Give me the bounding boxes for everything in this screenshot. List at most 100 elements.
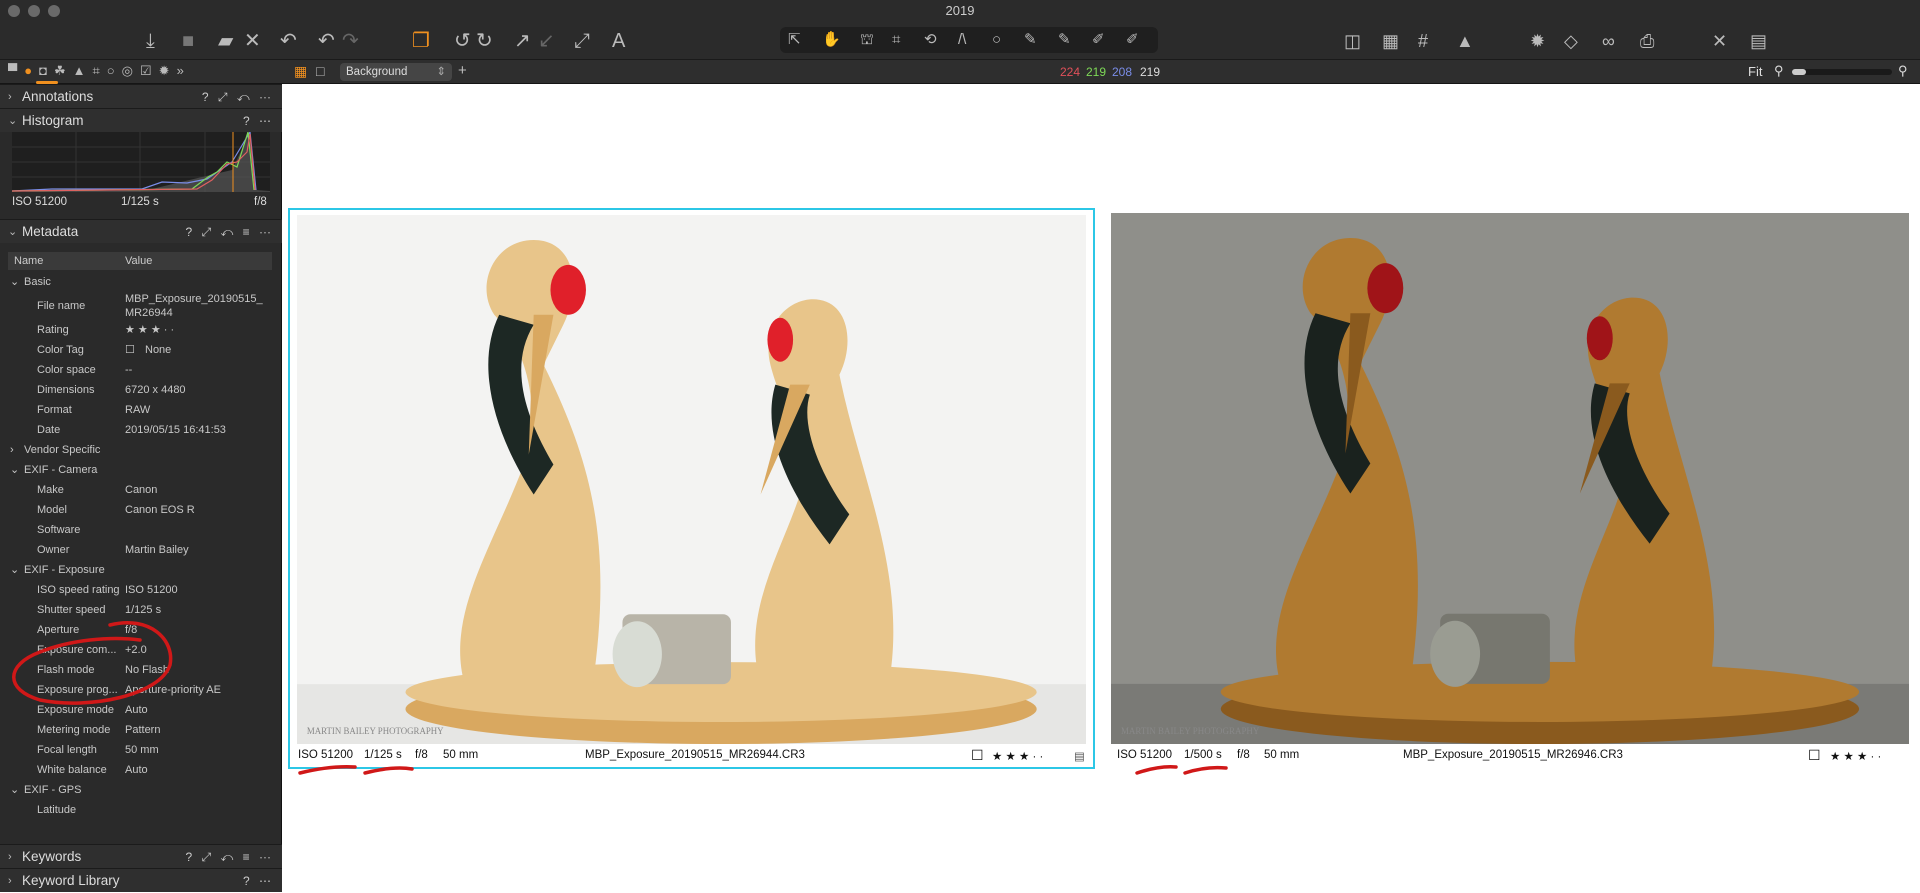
metadata-group[interactable]: ⌄ EXIF - Exposure — [0, 560, 282, 580]
zoom-window-button[interactable] — [48, 5, 60, 17]
proof-icon[interactable]: ◫ — [1344, 29, 1361, 53]
column-value[interactable]: Value — [125, 252, 152, 270]
grid-view-icon[interactable]: ▦ — [294, 63, 307, 80]
panel-tools-icons[interactable]: ? ⤢ ↶ ⋯ — [202, 85, 274, 109]
add-layer-icon[interactable]: + — [458, 62, 467, 79]
metadata-value: Martin Bailey — [125, 544, 189, 556]
minimize-window-button[interactable] — [28, 5, 40, 17]
keystone-icon[interactable]: /\ — [958, 28, 966, 52]
batch-tab-icon[interactable]: ✹ — [159, 63, 177, 78]
delete-icon[interactable]: ✕ — [244, 29, 261, 53]
brush-icon[interactable]: ✎ — [1024, 28, 1037, 52]
spot-icon[interactable]: ○ — [992, 28, 1001, 52]
pen-icon[interactable]: ✎ — [1058, 28, 1071, 52]
crop-icon[interactable]: ⌗ — [892, 28, 900, 52]
metadata-name: Exposure prog... — [37, 684, 118, 696]
grid-icon[interactable]: # — [1418, 29, 1428, 53]
metadata-group[interactable]: ⌄ EXIF - GPS — [0, 780, 282, 800]
metadata-group[interactable]: ⌄ EXIF - Camera — [0, 460, 282, 480]
title-bar: 2019 — [0, 0, 1920, 22]
tools-icon[interactable]: ✕ — [1712, 29, 1727, 53]
exposure-warning-icon[interactable]: ▦ — [1382, 29, 1399, 53]
redo-icon[interactable]: ↷ — [342, 29, 359, 53]
metadata-name: White balance — [37, 764, 107, 776]
caption-rating[interactable]: ★ ★ ★ · · — [992, 749, 1043, 763]
metadata-row: Exposure com... +2.0 — [0, 640, 282, 660]
text-icon[interactable]: A — [612, 29, 625, 53]
zoom-in-icon[interactable]: ⚲ — [1898, 63, 1908, 79]
rotate-left-icon[interactable]: ↺ — [454, 29, 471, 53]
metadata-group[interactable]: › Vendor Specific — [0, 440, 282, 460]
metadata-panel-header[interactable]: ⌄ Metadata ? ⤢ ↶ ≡ ⋯ — [0, 219, 282, 243]
image-thumbnail-2[interactable]: MARTIN BAILEY PHOTOGRAPHY — [1111, 213, 1909, 744]
library-tab-icon[interactable]: ▀ — [8, 63, 24, 78]
variants-icon[interactable]: ❐ — [412, 29, 430, 53]
column-name[interactable]: Name — [14, 252, 43, 270]
select-icon[interactable]: ⇱ — [788, 28, 801, 52]
loupe-icon[interactable]: ⛫ — [860, 28, 874, 52]
info-tab-icon[interactable]: ● — [24, 63, 39, 78]
lens-tab-icon[interactable]: ⌗ — [92, 63, 106, 78]
color-tab-icon[interactable]: ☘ — [54, 63, 73, 78]
rotate-icon[interactable]: ⟲ — [924, 28, 937, 52]
metadata-name: Model — [37, 504, 67, 516]
output-tab-icon[interactable]: ☑ — [140, 63, 159, 78]
glasses-icon[interactable]: ∞ — [1602, 29, 1615, 53]
expand-icon[interactable]: ⤢ — [574, 29, 590, 53]
caption-focal: 50 mm — [443, 749, 479, 761]
print-icon[interactable]: ⎙ — [1640, 29, 1654, 53]
metadata-name: Metering mode — [37, 724, 111, 736]
rotate-right-icon[interactable]: ↻ — [476, 29, 493, 53]
details-tab-icon[interactable]: ○ — [107, 63, 122, 78]
tool-tabs[interactable]: ▀●◘☘▲⌗○◎☑✹» — [8, 63, 191, 79]
capture-tab-icon[interactable]: ◘ — [39, 63, 54, 78]
keywords-panel-header[interactable]: › Keywords ? ⤢ ↶ ≡ ⋯ — [0, 844, 282, 868]
export-icon[interactable]: ▰ — [218, 29, 233, 53]
layout-icon[interactable]: ▤ — [1750, 29, 1767, 53]
metadata-value: Aperture-priority AE — [125, 684, 221, 696]
undo-adjustment-icon[interactable]: ↶ — [280, 29, 297, 53]
metadata-value: f/8 — [125, 624, 138, 636]
zoom-slider-thumb[interactable] — [1792, 69, 1806, 75]
color-tag-checkbox[interactable]: ☐ — [1808, 747, 1821, 764]
compare-icon[interactable]: ◇ — [1564, 29, 1578, 53]
annotate-icon[interactable]: ✐ — [1126, 28, 1139, 52]
panel-tools-icons[interactable]: ? ⤢ ↶ ≡ ⋯ — [186, 220, 274, 244]
copy-adjustments-icon[interactable]: ↗ — [514, 29, 531, 53]
panel-title: Metadata — [22, 224, 79, 239]
warning-icon[interactable]: ▲ — [1456, 29, 1474, 53]
metadata-group[interactable]: ⌄ Basic — [0, 272, 282, 292]
metadata-row: Rating ★ ★ ★ · · — [0, 320, 282, 340]
exposure-tab-icon[interactable]: ▲ — [73, 63, 93, 78]
annotations-panel-header[interactable]: › Annotations ? ⤢ ↶ ⋯ — [0, 84, 282, 108]
zoom-out-icon[interactable]: ⚲ — [1774, 63, 1784, 79]
metadata-name: File name — [37, 300, 86, 312]
color-tag-checkbox[interactable]: ☐ — [971, 747, 984, 764]
panel-tools-icons[interactable]: ? ⤢ ↶ ≡ ⋯ — [186, 845, 274, 869]
caption-rating[interactable]: ★ ★ ★ · · — [1830, 749, 1881, 763]
metadata-name: Aperture — [37, 624, 80, 636]
local-tab-icon[interactable]: ◎ — [122, 63, 140, 78]
layer-select[interactable]: Background ⇕ — [340, 63, 452, 81]
image-thumbnail-1[interactable]: MARTIN BAILEY PHOTOGRAPHY — [297, 215, 1086, 744]
panel-tools-icons[interactable]: ? ⋯ — [243, 869, 274, 893]
more-tabs-icon[interactable]: » — [177, 63, 191, 78]
panel-tools-icons[interactable]: ? ⋯ — [243, 109, 274, 133]
zoom-fit-label[interactable]: Fit — [1748, 64, 1762, 79]
eraser-icon[interactable]: ✐ — [1092, 28, 1105, 52]
keyword-library-panel-header[interactable]: › Keyword Library ? ⋯ — [0, 868, 282, 892]
group-label: Basic — [24, 276, 51, 288]
crane-crest-right — [1586, 316, 1613, 361]
single-view-icon[interactable]: □ — [316, 63, 324, 79]
histogram-panel-header[interactable]: ⌄ Histogram ? ⋯ — [0, 108, 282, 132]
capture-icon[interactable]: ■ — [182, 29, 194, 53]
import-icon[interactable]: ⤓ — [146, 29, 155, 53]
undo-icon[interactable]: ↶ — [318, 29, 335, 53]
close-window-button[interactable] — [8, 5, 20, 17]
pan-icon[interactable]: ✋ — [822, 28, 841, 52]
apply-adjustments-icon[interactable]: ↙ — [538, 29, 555, 53]
metadata-value: 2019/05/15 16:41:53 — [125, 424, 226, 436]
color-tag-checkbox[interactable]: ☐ — [125, 340, 135, 360]
settings-icon[interactable]: ✹ — [1530, 29, 1545, 53]
zoom-slider[interactable] — [1792, 69, 1892, 75]
